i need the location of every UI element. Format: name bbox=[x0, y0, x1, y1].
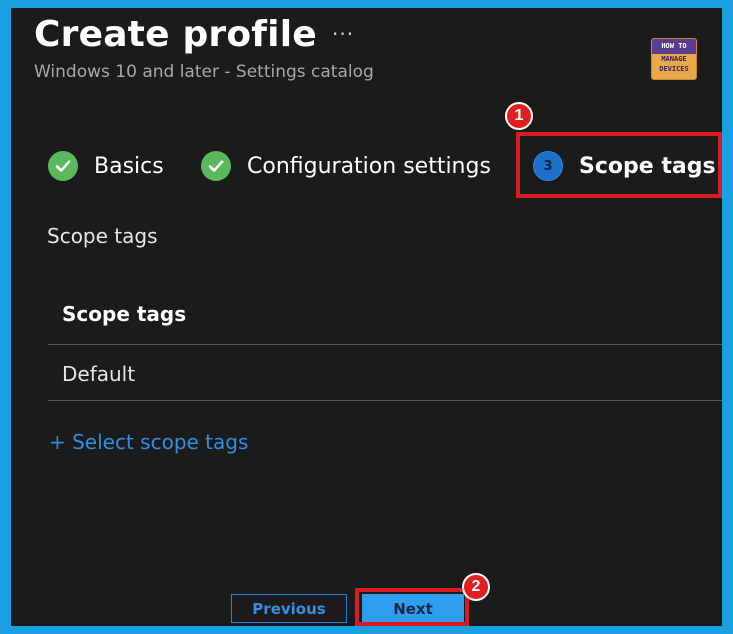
previous-button[interactable]: Previous bbox=[231, 594, 347, 623]
howto-manage-devices-logo: HOW TO MANAGE DEVICES bbox=[651, 38, 697, 80]
step-basics-label: Basics bbox=[94, 153, 164, 179]
check-icon bbox=[201, 151, 231, 181]
more-options-button[interactable]: ··· bbox=[332, 22, 354, 46]
highlight-box-scope-tags bbox=[516, 132, 722, 198]
table-header: Scope tags bbox=[48, 288, 722, 345]
logo-line3: DEVICES bbox=[659, 65, 689, 73]
scope-tags-table: Scope tags Default bbox=[48, 288, 722, 401]
check-icon bbox=[48, 151, 78, 181]
create-profile-panel: Create profile ··· Windows 10 and later … bbox=[11, 8, 722, 626]
step-basics[interactable]: Basics bbox=[48, 151, 164, 181]
annotation-badge-2: 2 bbox=[462, 573, 490, 601]
table-row: Default bbox=[48, 345, 722, 401]
page-subtitle: Windows 10 and later - Settings catalog bbox=[34, 62, 374, 82]
logo-line2: MANAGE bbox=[661, 55, 687, 63]
logo-line1: HOW TO bbox=[652, 39, 696, 54]
annotation-badge-1: 1 bbox=[505, 102, 533, 130]
highlight-box-next bbox=[355, 588, 469, 626]
step-configuration-settings-label: Configuration settings bbox=[247, 153, 491, 179]
section-label: Scope tags bbox=[47, 224, 158, 248]
step-configuration-settings[interactable]: Configuration settings bbox=[201, 151, 491, 181]
page-title: Create profile bbox=[34, 14, 317, 55]
select-scope-tags-link[interactable]: + Select scope tags bbox=[49, 430, 248, 454]
